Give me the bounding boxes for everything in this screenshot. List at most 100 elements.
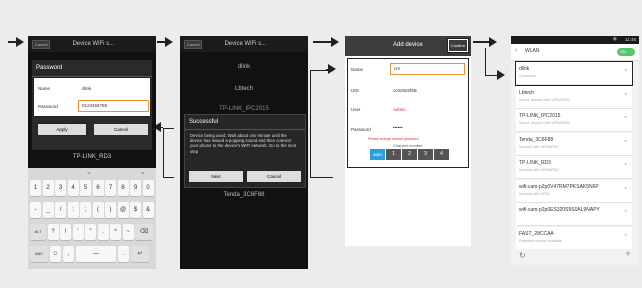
step2-network-2[interactable]: TP-LINK_IPC2015 <box>180 106 308 112</box>
keyboard-key[interactable]: , <box>63 246 74 262</box>
add-network-icon[interactable]: + <box>625 249 631 260</box>
step2-titlebar: Cancel Device WiFi s... <box>180 36 308 52</box>
keyboard-key[interactable]: ; <box>80 202 91 218</box>
step3-name-input[interactable]: cm <box>390 63 465 75</box>
wlan-network-name: Tenda_3C6F88 <box>519 136 554 143</box>
step3-password-input[interactable]: •••••• <box>393 125 402 130</box>
step2-cancel-button[interactable]: Cancel <box>184 39 203 49</box>
wifi-signal-icon: ◔ <box>623 138 627 145</box>
step2-next-button[interactable]: Next <box>188 170 244 183</box>
channel-auto[interactable]: auto <box>370 149 385 160</box>
keyboard-key[interactable]: _ <box>42 202 54 218</box>
keyboard-key[interactable]: 5 <box>80 180 91 196</box>
keyboard-key[interactable]: . <box>118 246 129 262</box>
keyboard-key[interactable]: & <box>142 202 154 218</box>
wlan-toggle[interactable]: ON <box>617 48 635 56</box>
step2-dialog-title: Successful <box>185 115 305 130</box>
keyboard-key[interactable]: 1 <box>30 180 41 196</box>
step1-cancel-dialog-button[interactable]: Cancel <box>94 124 148 135</box>
back-icon[interactable]: ‹ <box>515 47 517 54</box>
status-time: 11:46 <box>625 37 636 42</box>
keyboard-key[interactable]: ! <box>60 224 71 240</box>
keyboard-key[interactable]: ' <box>72 224 84 240</box>
wifi-signal-icon: ◔ <box>623 91 627 98</box>
wlan-network-item[interactable]: TP-LINK_IPC2015 Saved, secured with WPA/W… <box>516 109 632 132</box>
keyboard-key[interactable]: 4 <box>67 180 79 196</box>
keyboard-key[interactable]: / <box>55 202 66 218</box>
step1-fields-box: Name dlink Password 0123456789 <box>33 77 151 117</box>
step1-password-dialog: Password Name dlink Password 0123456789 … <box>32 60 152 150</box>
channel-3[interactable]: 3 <box>418 149 433 160</box>
keyboard-key[interactable]: — <box>76 246 116 262</box>
flow-arrow-1-2 <box>157 37 173 47</box>
step2-screen: Cancel Device WiFi s... dlink Lbtech TP-… <box>180 36 308 269</box>
keyboard-key[interactable]: ☺ <box>50 246 61 262</box>
wlan-network-item[interactable]: TP-LINK_RD3 Secured with WPA/WPA2 ◔ <box>516 156 632 179</box>
keyboard-key[interactable]: ? <box>47 224 59 240</box>
keyboard-key[interactable]: ^ <box>110 224 121 240</box>
keyboard-key[interactable]: 6 <box>92 180 104 196</box>
step1-title: Device WiFi s... <box>72 41 115 47</box>
step3-titlebar: Add device Confirm <box>345 36 471 56</box>
wlan-network-name: TP-LINK_IPC2015 <box>519 113 561 119</box>
keyboard-key[interactable]: 8 <box>117 180 129 196</box>
step4-screen: 11:46 ◉ ‹ WLAN ON dlink Connected ◔ Lbtech S… <box>511 36 639 265</box>
wifi-signal-icon: ◔ <box>623 162 627 168</box>
keyboard-key[interactable]: ALT <box>30 224 46 240</box>
refresh-icon[interactable]: ↻ <box>519 251 526 260</box>
step1-cancel-button[interactable]: Cancel <box>32 39 51 49</box>
keyboard-key[interactable]: $ <box>130 202 141 218</box>
keyboard-key[interactable]: ↵ <box>131 246 149 262</box>
step1-keyboard: ⌄ ⌄ 1 2 3 4 5 6 7 8 9 0- _ /:;() @ $ & ALT?! ' ". ^ ~ ⌫ ABC ☺,… <box>28 168 156 269</box>
step1-password-input[interactable]: 0123456789 <box>78 100 149 112</box>
wlan-network-name: wifi-cam-p2p0V47RM7PKSAK5N6P <box>519 183 599 190</box>
wlan-network-item[interactable]: wifi-cam-p2p0V47RM7PKSAK5N6P Secured with… <box>516 179 632 203</box>
step2-network-below[interactable]: Tenda_3C6F88 <box>180 192 308 198</box>
keyboard-chevron-icon[interactable]: ⌄ <box>86 168 92 176</box>
keyboard-key[interactable]: ( <box>92 202 104 218</box>
step3-channel-label: Channel number <box>393 143 423 148</box>
step3-user-input[interactable]: Admin <box>393 107 406 112</box>
keyboard-key[interactable]: 0 <box>142 180 154 196</box>
step1-name-value[interactable]: dlink <box>82 86 91 91</box>
channel-2[interactable]: 2 <box>402 149 417 160</box>
step3-hint: Please change default password <box>368 137 419 141</box>
step3-uid-input[interactable]: cc02502f5B <box>393 88 417 93</box>
keyboard-key[interactable]: ⌫ <box>135 224 153 240</box>
wlan-network-item[interactable]: wifi-cam-p2p0ES320S9S0AL9NAPY ◔ <box>516 203 632 226</box>
step1-screen: Cancel Device WiFi s... Password Name dl… <box>28 36 156 269</box>
keyboard-key[interactable]: @ <box>117 202 129 218</box>
keyboard-key[interactable]: 9 <box>130 180 141 196</box>
step2-dialog-message: Device being used. Wait about one minute… <box>190 133 296 154</box>
keyboard-key[interactable]: 2 <box>42 180 54 196</box>
wlan-network-item[interactable]: Tenda_3C6F88 Secured with WPA/WPA2 ◔ <box>516 132 632 156</box>
wifi-signal-icon: ◔ <box>623 185 627 192</box>
wlan-network-name: Lbtech <box>519 89 535 96</box>
keyboard-key[interactable]: 7 <box>105 180 116 196</box>
step1-apply-button[interactable]: Apply <box>37 123 87 136</box>
connector-arrow-to-apply <box>153 122 163 132</box>
keyboard-key[interactable]: . <box>97 224 109 240</box>
wlan-network-item[interactable]: FAST_28CCAA Protected network available ◔ <box>516 226 632 250</box>
keyboard-key[interactable]: " <box>85 224 96 240</box>
keyboard-key[interactable]: - <box>30 202 41 218</box>
wlan-network-item[interactable]: Lbtech Saved, secured with WPA/WPA2 ◔ <box>516 85 632 109</box>
channel-4[interactable]: 4 <box>434 149 449 160</box>
keyboard-key[interactable]: 3 <box>55 180 66 196</box>
step3-title: Add device <box>393 42 423 48</box>
step2-cancel-dialog-button[interactable]: Cancel <box>247 171 301 182</box>
step3-channel-selector: auto 1 2 3 4 <box>370 149 449 160</box>
step3-confirm-button[interactable]: Confirm <box>446 38 470 53</box>
keyboard-key[interactable]: ) <box>105 202 116 218</box>
keyboard-key[interactable]: ~ <box>122 224 134 240</box>
channel-1[interactable]: 1 <box>386 149 401 160</box>
step2-network-1[interactable]: Lbtech <box>180 86 308 92</box>
step2-network-0[interactable]: dlink <box>180 64 308 70</box>
step1-password-label: Password <box>38 104 58 109</box>
wlan-network-status: Saved, secured with WPA/WPA2 <box>519 97 570 102</box>
wlan-network-name: dlink <box>519 66 530 72</box>
keyboard-key[interactable]: ABC <box>30 246 48 262</box>
keyboard-collapse-icon[interactable]: ⌄ <box>140 168 146 176</box>
keyboard-key[interactable]: : <box>67 202 79 218</box>
wlan-network-item[interactable]: dlink Connected ◔ <box>515 61 633 86</box>
